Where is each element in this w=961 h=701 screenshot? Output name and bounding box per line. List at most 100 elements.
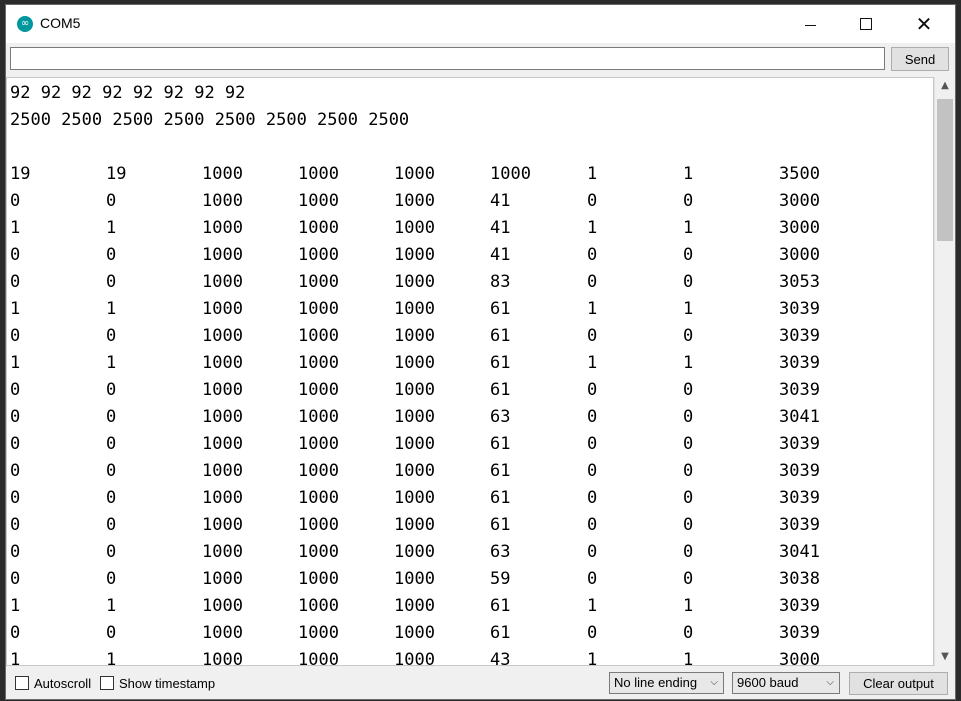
output-value: 1000 <box>298 272 339 292</box>
output-value: 3039 <box>779 515 820 535</box>
serial-output[interactable]: 92 92 92 92 92 92 92 92 2500 2500 2500 25… <box>6 77 934 666</box>
output-value: 0 <box>683 515 694 535</box>
output-value: 3039 <box>779 380 820 400</box>
output-value: 1000 <box>394 218 435 238</box>
output-value: 61 <box>490 515 511 535</box>
output-value: 0 <box>683 434 694 454</box>
vertical-scrollbar[interactable]: ▲ ▼ <box>934 77 954 666</box>
output-value: 63 <box>490 407 511 427</box>
output-value: 1000 <box>298 569 339 589</box>
clear-output-button[interactable]: Clear output <box>849 672 948 695</box>
autoscroll-label: Autoscroll <box>34 676 92 691</box>
output-value: 1000 <box>298 650 339 666</box>
scroll-down-icon[interactable]: ▼ <box>935 648 955 666</box>
output-value: 1000 <box>202 245 243 265</box>
close-button[interactable]: ✕ <box>895 5 953 43</box>
output-value: 1000 <box>298 542 339 562</box>
output-value: 1000 <box>298 461 339 481</box>
output-value: 1 <box>587 650 598 666</box>
autoscroll-checkbox[interactable] <box>15 676 29 690</box>
output-value: 1000 <box>298 515 339 535</box>
output-value: 0 <box>106 272 117 292</box>
minimize-button[interactable] <box>781 5 839 43</box>
output-row: 0 0 1000 1000 1000 61 0 0 3039 <box>10 620 910 647</box>
output-value: 1000 <box>394 245 435 265</box>
line-ending-value: No line ending <box>614 675 698 690</box>
output-value: 1000 <box>394 164 435 184</box>
output-value: 0 <box>106 488 117 508</box>
output-value: 0 <box>587 245 598 265</box>
arduino-infinity-icon: ∞ <box>17 16 33 32</box>
output-value: 1000 <box>298 434 339 454</box>
output-row: 1 1 1000 1000 1000 43 1 1 3000 <box>10 647 910 666</box>
output-value: 1000 <box>298 623 339 643</box>
output-value: 1 <box>10 650 21 666</box>
output-value: 3039 <box>779 461 820 481</box>
output-value: 1000 <box>202 569 243 589</box>
output-value: 61 <box>490 380 511 400</box>
scroll-up-icon[interactable]: ▲ <box>935 77 955 95</box>
output-value: 1000 <box>202 218 243 238</box>
line-ending-select[interactable]: No line ending ⌵ <box>609 672 724 694</box>
output-value: 1 <box>106 650 117 666</box>
output-value: 59 <box>490 569 511 589</box>
maximize-button[interactable] <box>837 5 895 43</box>
scroll-thumb[interactable] <box>937 99 953 241</box>
send-input[interactable] <box>10 47 885 70</box>
output-value: 3000 <box>779 650 820 666</box>
output-value: 0 <box>10 542 21 562</box>
output-value: 0 <box>587 515 598 535</box>
output-value: 3039 <box>779 434 820 454</box>
output-value: 1 <box>106 218 117 238</box>
output-value: 3000 <box>779 218 820 238</box>
output-value: 1 <box>587 218 598 238</box>
title-bar[interactable]: ∞ COM5 ✕ <box>6 5 955 43</box>
output-row: 0 0 1000 1000 1000 61 0 0 3039 <box>10 431 910 458</box>
output-value: 1000 <box>202 542 243 562</box>
show-timestamp-checkbox[interactable] <box>100 676 114 690</box>
output-value: 41 <box>490 191 511 211</box>
output-row: 0 0 1000 1000 1000 61 0 0 3039 <box>10 458 910 485</box>
output-value: 61 <box>490 434 511 454</box>
output-value: 0 <box>683 488 694 508</box>
send-button[interactable]: Send <box>891 47 949 71</box>
output-value: 1000 <box>394 272 435 292</box>
output-value: 1000 <box>202 326 243 346</box>
output-value: 1 <box>587 353 598 373</box>
output-value: 0 <box>587 461 598 481</box>
output-value: 1000 <box>394 596 435 616</box>
output-value: 1000 <box>298 380 339 400</box>
output-value: 3039 <box>779 596 820 616</box>
baud-select[interactable]: 9600 baud ⌵ <box>732 672 840 694</box>
output-value: 0 <box>106 245 117 265</box>
output-value: 3041 <box>779 407 820 427</box>
output-value: 1000 <box>202 407 243 427</box>
output-value: 0 <box>106 623 117 643</box>
output-value: 61 <box>490 623 511 643</box>
output-value: 1000 <box>202 434 243 454</box>
output-value: 1 <box>10 353 21 373</box>
output-row: 0 0 1000 1000 1000 61 0 0 3039 <box>10 512 910 539</box>
output-value: 0 <box>10 515 21 535</box>
output-value: 1000 <box>298 488 339 508</box>
output-value: 0 <box>106 569 117 589</box>
output-row: 0 0 1000 1000 1000 61 0 0 3039 <box>10 323 910 350</box>
output-value: 1000 <box>394 623 435 643</box>
output-value: 1 <box>683 650 694 666</box>
output-value: 1 <box>10 218 21 238</box>
output-value: 1000 <box>298 407 339 427</box>
output-value: 1000 <box>394 650 435 666</box>
output-value: 1 <box>683 218 694 238</box>
output-line: 2500 2500 2500 2500 2500 2500 2500 2500 <box>10 110 410 130</box>
output-value: 1 <box>587 299 598 319</box>
output-value: 1 <box>683 353 694 373</box>
output-value: 3041 <box>779 542 820 562</box>
output-value: 3039 <box>779 488 820 508</box>
output-value: 19 <box>106 164 127 184</box>
output-value: 61 <box>490 326 511 346</box>
output-value: 41 <box>490 218 511 238</box>
minimize-icon <box>804 24 816 26</box>
output-value: 0 <box>683 191 694 211</box>
output-value: 1000 <box>394 353 435 373</box>
output-value: 1 <box>106 353 117 373</box>
